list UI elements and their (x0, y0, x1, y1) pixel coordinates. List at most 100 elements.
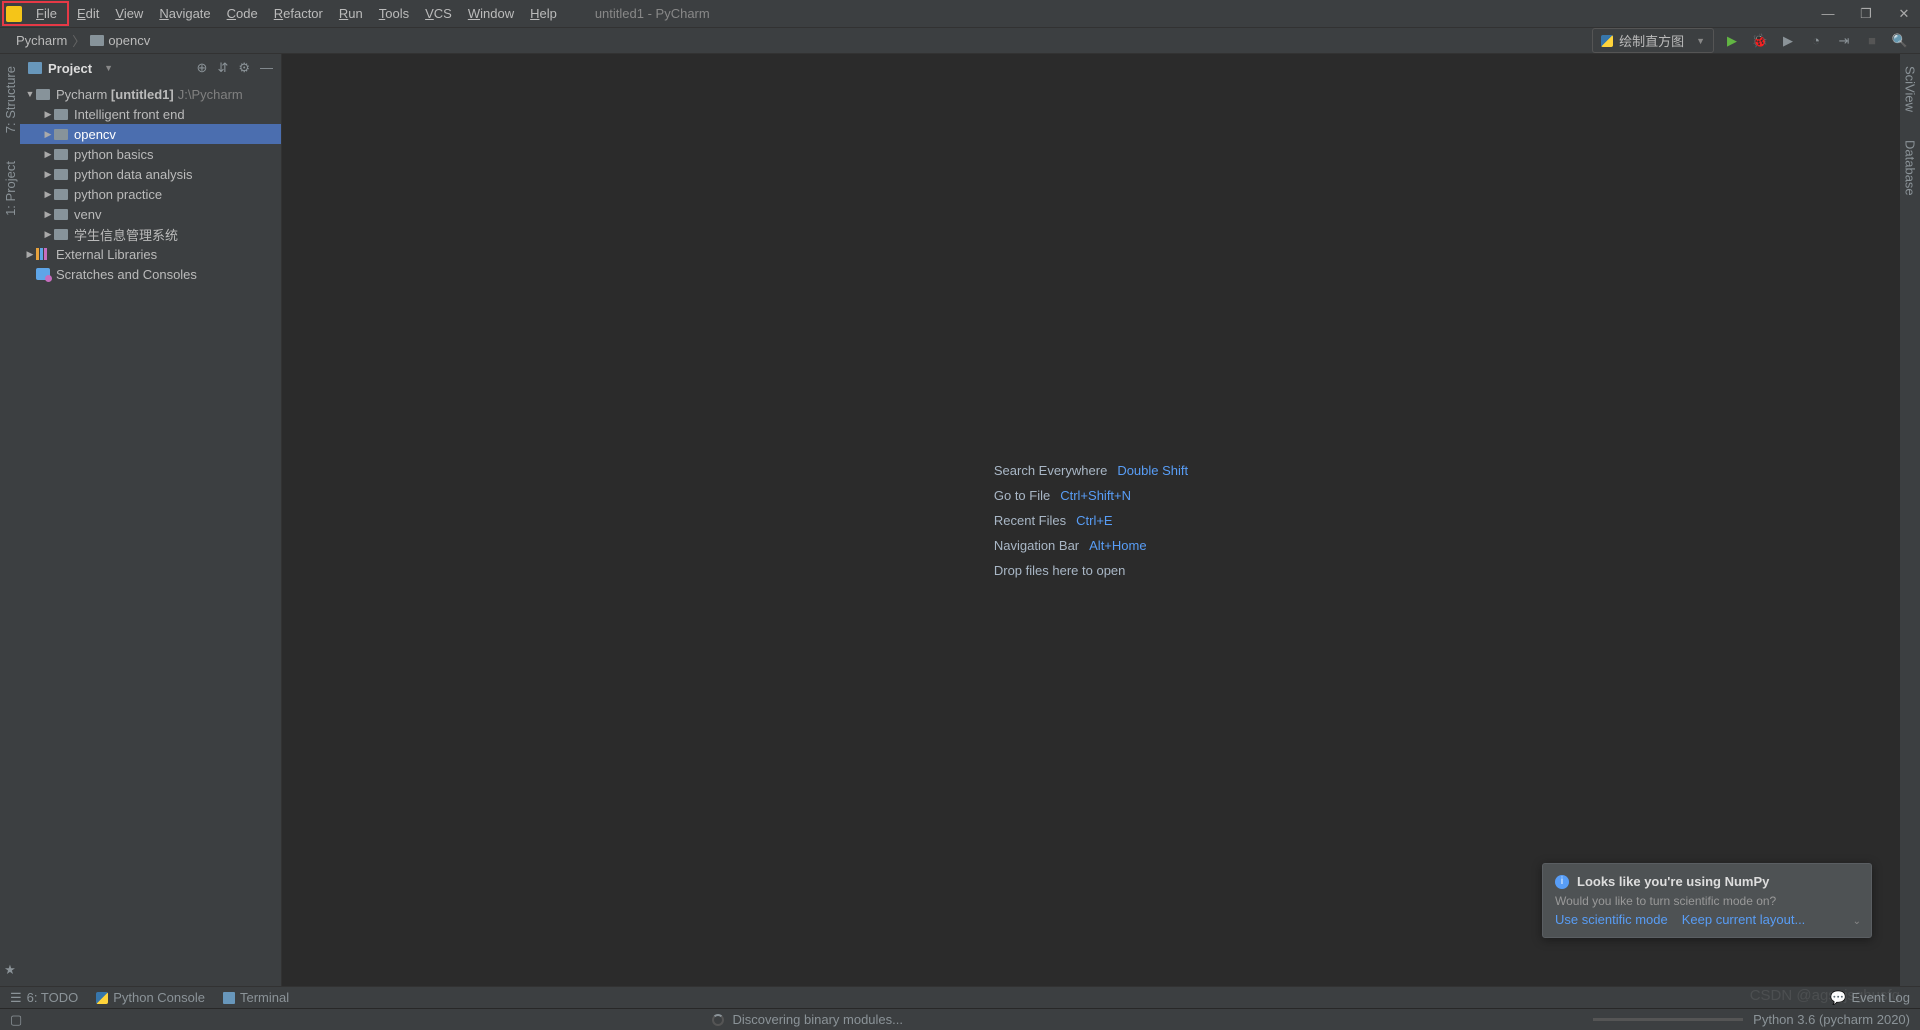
menu-window[interactable]: Window (460, 4, 522, 23)
tree-folder[interactable]: ▶venv (20, 204, 281, 224)
menu-refactor[interactable]: Refactor (266, 4, 331, 23)
sciview-tool-tab[interactable]: SciView (1903, 62, 1918, 116)
terminal-tab[interactable]: Terminal (223, 990, 289, 1005)
event-log-tab[interactable]: 💬Event Log (1830, 990, 1910, 1006)
attach-button[interactable]: ⇥ (1834, 31, 1854, 51)
close-button[interactable]: ✕ (1894, 6, 1914, 22)
breadcrumb-bar: Pycharm 〉 opencv 绘制直方图 ▼ ▶ 🐞 ▶ ◔ ⇥ ■ 🔍 (0, 28, 1920, 54)
tree-folder[interactable]: ▶python data analysis (20, 164, 281, 184)
project-view-icon (28, 62, 42, 74)
folder-icon (54, 169, 68, 180)
folder-icon (54, 129, 68, 140)
todo-tool-tab[interactable]: ☰6: TODO (10, 990, 78, 1006)
expand-arrow-icon[interactable]: ▶ (42, 149, 54, 160)
expand-arrow-icon[interactable]: ▶ (42, 129, 54, 140)
expand-arrow-icon[interactable]: ▶ (42, 109, 54, 120)
chevron-down-icon[interactable]: ⌄ (1853, 916, 1861, 927)
editor-area[interactable]: Search EverywhereDouble Shift Go to File… (282, 54, 1900, 986)
menu-vcs[interactable]: VCS (417, 4, 460, 23)
menu-file[interactable]: File (28, 4, 65, 23)
hide-panel-icon[interactable]: — (260, 60, 273, 76)
library-icon (36, 248, 50, 260)
menu-run[interactable]: Run (331, 4, 371, 23)
project-tool-window: Project ▼ ⊕ ⇵ ⚙ — ▼ Pycharm [untitled1]J… (20, 54, 282, 986)
expand-arrow-icon[interactable]: ▶ (24, 249, 36, 260)
expand-arrow-icon[interactable]: ▼ (24, 89, 36, 99)
folder-icon (36, 89, 50, 100)
profile-button[interactable]: ◔ (1806, 31, 1826, 51)
status-task: Discovering binary modules... (732, 1012, 903, 1027)
breadcrumb-folder-label: opencv (108, 33, 150, 48)
notification-link-scientific[interactable]: Use scientific mode (1555, 912, 1668, 927)
search-everywhere-button[interactable]: 🔍 (1890, 31, 1910, 51)
python-icon (1601, 35, 1613, 47)
menu-code[interactable]: Code (219, 4, 266, 23)
menu-navigate[interactable]: Navigate (151, 4, 218, 23)
folder-icon (54, 109, 68, 120)
tree-root[interactable]: ▼ Pycharm [untitled1]J:\Pycharm (20, 84, 281, 104)
folder-icon (54, 149, 68, 160)
tool-windows-button[interactable]: ▢ (10, 1012, 22, 1028)
debug-button[interactable]: 🐞 (1750, 31, 1770, 51)
chevron-down-icon[interactable]: ▼ (104, 63, 113, 73)
folder-icon (54, 229, 68, 240)
structure-tool-tab[interactable]: 7: Structure (3, 62, 18, 137)
tree-external-libraries[interactable]: ▶External Libraries (20, 244, 281, 264)
menu-tools[interactable]: Tools (371, 4, 417, 23)
bottom-tool-bar: ☰6: TODO Python Console Terminal 💬Event … (0, 986, 1920, 1008)
breadcrumb-root[interactable]: Pycharm (16, 33, 67, 48)
window-title: untitled1 - PyCharm (595, 6, 710, 21)
run-coverage-button[interactable]: ▶ (1778, 31, 1798, 51)
project-tree: ▼ Pycharm [untitled1]J:\Pycharm ▶Intelli… (20, 82, 281, 986)
app-icon (6, 6, 22, 22)
project-panel-title: Project (48, 61, 92, 76)
notification-body: Would you like to turn scientific mode o… (1555, 894, 1841, 908)
terminal-icon (223, 992, 235, 1004)
stop-button[interactable]: ■ (1862, 31, 1882, 51)
left-tool-strip: 7: Structure 1: Project ★ (0, 54, 20, 986)
favorites-tool-tab[interactable]: ★ (4, 962, 16, 978)
breadcrumb-folder[interactable]: opencv (90, 33, 150, 48)
locate-icon[interactable]: ⊕ (197, 60, 208, 76)
project-panel-header: Project ▼ ⊕ ⇵ ⚙ — (20, 54, 281, 82)
tree-folder-selected[interactable]: ▶opencv (20, 124, 281, 144)
tree-folder[interactable]: ▶学生信息管理系统 (20, 224, 281, 244)
status-bar: ▢ Discovering binary modules... Python 3… (0, 1008, 1920, 1030)
run-config-selector[interactable]: 绘制直方图 ▼ (1592, 28, 1714, 53)
collapse-icon[interactable]: ⇵ (217, 60, 228, 76)
menu-view[interactable]: View (107, 4, 151, 23)
run-button[interactable]: ▶ (1722, 31, 1742, 51)
tree-root-label: Pycharm [untitled1]J:\Pycharm (56, 87, 243, 102)
info-icon: i (1555, 875, 1569, 889)
expand-arrow-icon[interactable]: ▶ (42, 169, 54, 180)
notification-title: Looks like you're using NumPy (1577, 874, 1769, 889)
expand-arrow-icon[interactable]: ▶ (42, 209, 54, 220)
menu-edit[interactable]: Edit (69, 4, 107, 23)
breadcrumb-separator: 〉 (72, 31, 85, 50)
notification-link-keep[interactable]: Keep current layout... (1682, 912, 1806, 927)
menu-help[interactable]: Help (522, 4, 565, 23)
gear-icon[interactable]: ⚙ (238, 60, 250, 76)
maximize-button[interactable]: ❐ (1856, 6, 1876, 22)
database-tool-tab[interactable]: Database (1903, 136, 1918, 200)
project-tool-tab[interactable]: 1: Project (3, 157, 18, 220)
folder-icon (54, 189, 68, 200)
progress-bar (1593, 1018, 1743, 1021)
welcome-hints: Search EverywhereDouble Shift Go to File… (994, 453, 1188, 588)
folder-icon (90, 35, 104, 46)
expand-arrow-icon[interactable]: ▶ (42, 229, 54, 240)
tree-folder[interactable]: ▶Intelligent front end (20, 104, 281, 124)
minimize-button[interactable]: — (1818, 6, 1838, 22)
notification-popup: i Looks like you're using NumPy Would yo… (1542, 863, 1872, 938)
breadcrumb-root-label: Pycharm (16, 33, 67, 48)
python-console-tab[interactable]: Python Console (96, 990, 205, 1005)
list-icon: ☰ (10, 990, 22, 1006)
status-interpreter[interactable]: Python 3.6 (pycharm 2020) (1753, 1012, 1910, 1027)
chevron-down-icon: ▼ (1696, 36, 1705, 46)
balloon-icon: 💬 (1830, 990, 1846, 1006)
expand-arrow-icon[interactable]: ▶ (42, 189, 54, 200)
tree-scratches[interactable]: Scratches and Consoles (20, 264, 281, 284)
run-config-label: 绘制直方图 (1619, 31, 1684, 50)
tree-folder[interactable]: ▶python practice (20, 184, 281, 204)
tree-folder[interactable]: ▶python basics (20, 144, 281, 164)
